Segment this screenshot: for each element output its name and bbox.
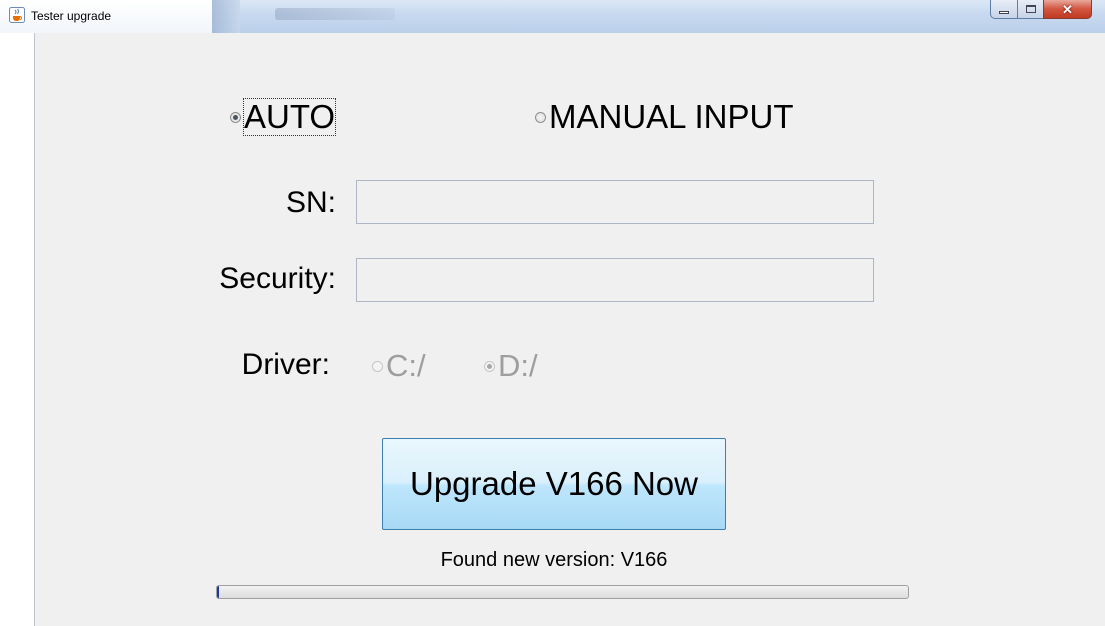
security-label: Security: [219, 262, 336, 295]
close-icon: ✕ [1062, 1, 1073, 17]
minimize-icon [999, 10, 1009, 14]
manual-radio-indicator[interactable] [535, 111, 546, 123]
sn-input[interactable] [356, 180, 874, 224]
sn-label: SN: [285, 186, 336, 219]
java-cup-icon [9, 7, 25, 23]
upgrade-now-button[interactable]: Upgrade V166 Now [382, 438, 726, 530]
auto-mode-radio[interactable]: AUTO [230, 98, 337, 136]
auto-radio-label[interactable]: AUTO [242, 98, 337, 136]
title-bar-taskbar-fragment [212, 0, 240, 33]
close-button[interactable]: ✕ [1043, 0, 1092, 19]
manual-input-mode-radio[interactable]: MANUAL INPUT [535, 99, 793, 135]
auto-radio-indicator[interactable] [230, 111, 241, 123]
manual-radio-label[interactable]: MANUAL INPUT [549, 99, 793, 135]
window-controls: ✕ [990, 0, 1094, 20]
driver-d-radio[interactable]: D:/ [484, 348, 538, 384]
title-bar[interactable]: Tester upgrade ✕ [0, 0, 1105, 33]
upgrade-progress-bar [216, 585, 909, 599]
driver-c-radio-indicator[interactable] [372, 360, 383, 372]
driver-d-label[interactable]: D:/ [498, 348, 538, 384]
maximize-button[interactable] [1017, 0, 1043, 19]
driver-c-radio[interactable]: C:/ [372, 348, 426, 384]
tester-upgrade-window: Tester upgrade ✕ AUTO MANUAL INPUT SN: S… [0, 0, 1105, 626]
title-bar-blurred-text [275, 8, 395, 20]
window-title: Tester upgrade [31, 9, 112, 23]
progress-fill [217, 586, 220, 598]
maximize-icon [1025, 5, 1036, 13]
driver-c-label[interactable]: C:/ [386, 348, 426, 384]
security-input[interactable] [356, 258, 874, 302]
minimize-button[interactable] [990, 0, 1017, 19]
status-message: Found new version: V166 [440, 549, 668, 571]
driver-label: Driver: [241, 348, 330, 381]
window-left-frame [0, 33, 35, 626]
driver-d-radio-indicator[interactable] [484, 360, 495, 372]
